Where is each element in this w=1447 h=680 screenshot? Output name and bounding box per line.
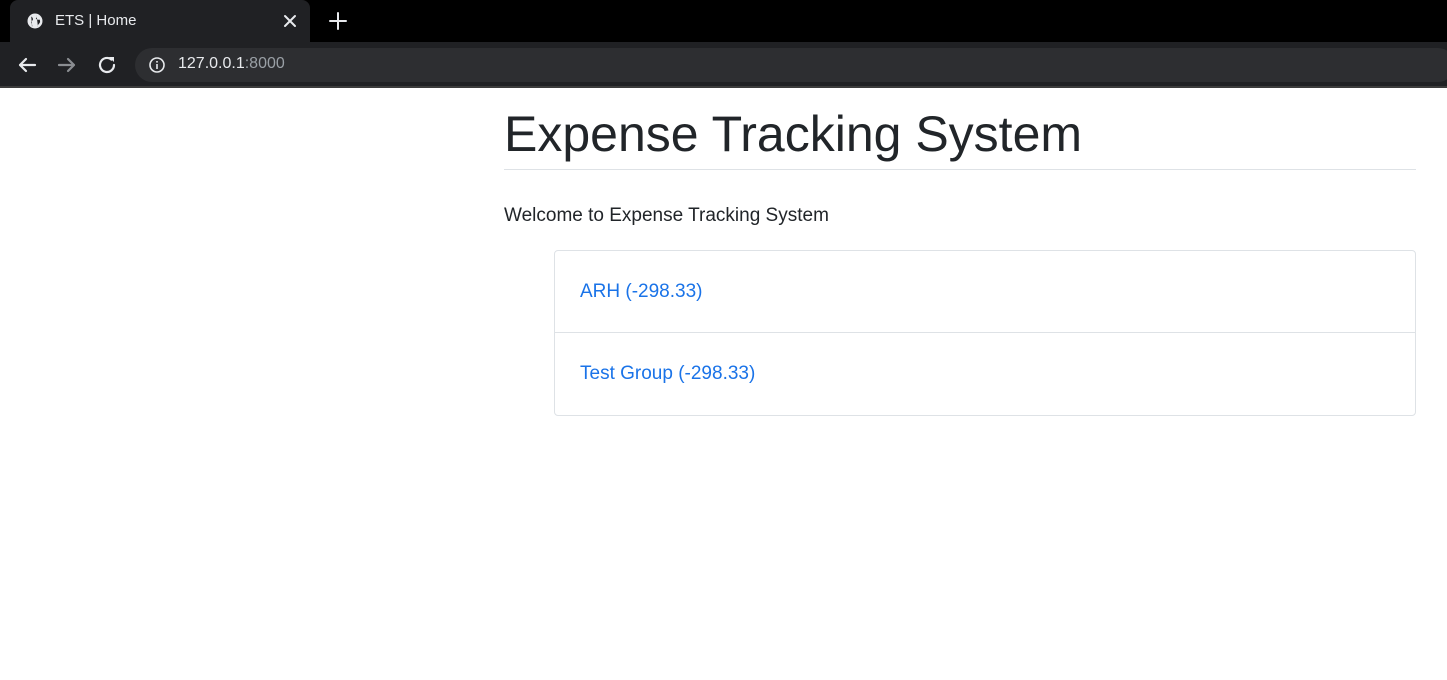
title-divider (504, 169, 1416, 170)
group-link-arh[interactable]: ARH (-298.33) (580, 281, 703, 303)
url-text[interactable]: 127.0.0.1:8000 (178, 55, 285, 73)
group-link-test-group[interactable]: Test Group (-298.33) (580, 363, 755, 385)
info-icon[interactable] (148, 56, 166, 74)
tab-title: ETS | Home (55, 12, 137, 29)
browser-tab[interactable]: ETS | Home (10, 0, 310, 42)
page-content: Expense Tracking System Welcome to Expen… (0, 88, 1447, 680)
url-port: :8000 (244, 55, 285, 72)
arrow-back-icon[interactable] (15, 53, 39, 77)
browser-toolbar: 127.0.0.1:8000 (0, 42, 1447, 88)
arrow-forward-icon[interactable] (55, 53, 79, 77)
globe-icon (27, 13, 43, 29)
group-list-item: Test Group (-298.33) (555, 333, 1415, 415)
plus-icon[interactable] (328, 11, 348, 31)
close-icon[interactable] (282, 13, 298, 29)
group-list-item: ARH (-298.33) (555, 251, 1415, 333)
group-list: ARH (-298.33) Test Group (-298.33) (554, 250, 1416, 416)
welcome-text: Welcome to Expense Tracking System (504, 205, 829, 226)
url-host: 127.0.0.1 (178, 55, 245, 72)
page-title: Expense Tracking System (504, 106, 1083, 162)
browser-tabstrip: ETS | Home (0, 0, 1447, 42)
address-bar[interactable]: 127.0.0.1:8000 (135, 48, 1447, 82)
reload-icon[interactable] (95, 53, 119, 77)
